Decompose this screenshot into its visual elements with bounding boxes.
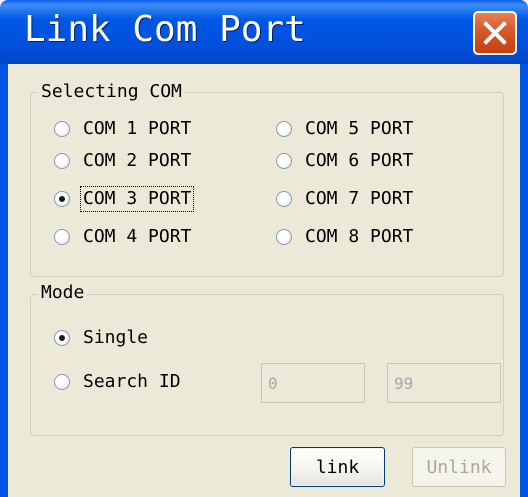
dialog-body: Selecting COM COM 1 PORT COM 2 PORT COM … — [8, 64, 520, 497]
radio-circle — [54, 330, 70, 346]
radio-label: COM 1 PORT — [83, 118, 192, 139]
radio-circle — [276, 121, 292, 137]
radio-circle — [54, 229, 70, 245]
close-button[interactable] — [473, 11, 517, 55]
window-title: Link Com Port — [24, 9, 306, 50]
radio-label: COM 8 PORT — [305, 226, 414, 247]
radio-com-3-port[interactable]: COM 3 PORT — [54, 186, 195, 212]
radio-selected-dot — [59, 196, 65, 202]
radio-label: Single — [83, 327, 149, 348]
search-id-from-field[interactable]: 0 — [261, 363, 365, 403]
radio-label: COM 4 PORT — [83, 226, 192, 247]
radio-label: COM 3 PORT — [79, 186, 195, 212]
radio-single[interactable]: Single — [54, 325, 149, 351]
radio-com-1-port[interactable]: COM 1 PORT — [54, 116, 192, 142]
radio-com-6-port[interactable]: COM 6 PORT — [276, 148, 414, 174]
radio-circle — [54, 121, 70, 137]
selecting-com-legend: Selecting COM — [38, 82, 185, 102]
radio-com-5-port[interactable]: COM 5 PORT — [276, 116, 414, 142]
search-id-to-field[interactable]: 99 — [387, 363, 501, 403]
radio-circle — [54, 191, 70, 207]
title-bar[interactable]: Link Com Port — [0, 0, 528, 64]
radio-circle — [54, 153, 70, 169]
radio-circle — [276, 153, 292, 169]
radio-com-2-port[interactable]: COM 2 PORT — [54, 148, 192, 174]
radio-circle — [54, 374, 70, 390]
radio-circle — [276, 191, 292, 207]
radio-label: COM 7 PORT — [305, 188, 414, 209]
close-icon — [483, 21, 507, 45]
radio-com-8-port[interactable]: COM 8 PORT — [276, 224, 414, 250]
radio-search-id[interactable]: Search ID — [54, 369, 182, 395]
radio-selected-dot — [59, 335, 65, 341]
radio-com-4-port[interactable]: COM 4 PORT — [54, 224, 192, 250]
radio-circle — [276, 229, 292, 245]
unlink-button[interactable]: Unlink — [412, 447, 506, 487]
radio-label: COM 2 PORT — [83, 150, 192, 171]
mode-legend: Mode — [38, 283, 88, 303]
radio-com-7-port[interactable]: COM 7 PORT — [276, 186, 414, 212]
link-com-port-window: Link Com Port Selecting COM COM 1 PORT C… — [0, 0, 528, 497]
link-button[interactable]: link — [290, 447, 385, 487]
radio-label: Search ID — [83, 371, 181, 392]
radio-label: COM 6 PORT — [305, 150, 414, 171]
radio-label: COM 5 PORT — [305, 118, 414, 139]
